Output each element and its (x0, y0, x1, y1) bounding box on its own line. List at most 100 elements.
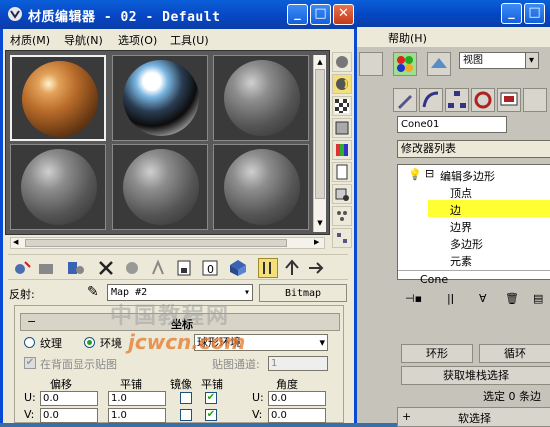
u-tiling-spinner[interactable]: 1.0 (108, 391, 166, 406)
go-forward-to-sibling-icon[interactable] (306, 258, 326, 278)
mirror-header: 镜像 (170, 378, 192, 391)
sample-slot-1[interactable] (10, 55, 106, 141)
map-type-button[interactable]: Bitmap (259, 284, 347, 302)
view-dropdown[interactable]: 视图 (459, 52, 531, 69)
map-name-field[interactable]: Map #2 ▾ (107, 284, 253, 301)
collapse-icon[interactable]: ⊟ (425, 167, 434, 180)
scroll-thumb[interactable] (315, 69, 325, 199)
minimize-icon[interactable]: _ (287, 4, 308, 25)
make-copy-icon[interactable] (122, 258, 142, 278)
menu-options[interactable]: 选项(O) (118, 32, 157, 48)
stack-root[interactable]: 编辑多边形 (440, 168, 495, 184)
create-tab-icon[interactable] (393, 88, 417, 112)
hierarchy-tab-icon[interactable] (445, 88, 469, 112)
put-to-scene-icon[interactable] (36, 258, 56, 278)
minimize-icon[interactable]: _ (501, 3, 522, 24)
sample-uv-tiling-icon[interactable] (332, 118, 352, 138)
chevron-down-icon[interactable]: ▾ (319, 335, 325, 350)
layer-manager-icon[interactable] (359, 52, 383, 76)
display-tab-icon[interactable] (497, 88, 521, 112)
get-stack-selection-button[interactable]: 获取堆栈选择 (401, 366, 550, 385)
show-map-in-viewport-icon[interactable] (228, 258, 248, 278)
modifier-list-dropdown[interactable]: 修改器列表 (397, 140, 550, 158)
make-unique-icon[interactable] (148, 258, 168, 278)
scroll-right-icon[interactable]: ▶ (314, 238, 319, 246)
u-tile-checkbox[interactable]: ✔ (205, 392, 217, 404)
scroll-thumb[interactable] (25, 239, 287, 247)
menu-help[interactable]: 帮助(H) (388, 30, 427, 46)
motion-tab-icon[interactable] (471, 88, 495, 112)
show-end-result-icon[interactable] (258, 258, 278, 278)
show-map-on-back-checkbox[interactable]: ✔ (24, 357, 36, 369)
v-offset-spinner[interactable]: 0.0 (40, 408, 98, 423)
configure-sets-icon[interactable]: ▤ (533, 292, 543, 305)
stack-item-polygon[interactable]: 多边形 (450, 236, 483, 252)
put-to-library-icon[interactable] (174, 258, 194, 278)
sample-slot-5[interactable] (112, 144, 208, 230)
utilities-tab-icon[interactable] (523, 88, 547, 112)
stack-item-border[interactable]: 边界 (450, 219, 472, 235)
environment-radio[interactable] (84, 337, 95, 348)
menu-utilities[interactable]: 工具(U) (170, 32, 209, 48)
v-angle-spinner[interactable]: 0.0 (268, 408, 326, 423)
slots-horizontal-scrollbar[interactable]: ◀ ▶ (10, 237, 325, 249)
mapping-dropdown[interactable]: 球形环境 ▾ (194, 334, 328, 351)
stack-base[interactable]: Cone (420, 273, 448, 286)
u-mirror-checkbox[interactable] (180, 392, 192, 404)
loop-button[interactable]: 循环 (479, 344, 550, 363)
stack-item-vertex[interactable]: 顶点 (450, 185, 472, 201)
v-tile-checkbox[interactable]: ✔ (205, 409, 217, 421)
sample-slot-2[interactable] (112, 55, 208, 141)
backlight-icon[interactable] (332, 74, 352, 94)
menu-material[interactable]: 材质(M) (10, 32, 50, 48)
get-material-icon[interactable] (12, 258, 32, 278)
reset-map-icon[interactable] (96, 258, 116, 278)
chevron-down-icon[interactable]: ▾ (525, 52, 539, 69)
stack-item-edge[interactable]: 边 (450, 202, 461, 218)
scroll-left-icon[interactable]: ◀ (13, 238, 18, 246)
stack-item-element[interactable]: 元素 (450, 253, 472, 269)
ring-button[interactable]: 环形 (401, 344, 473, 363)
maximize-icon[interactable]: □ (524, 3, 545, 24)
scroll-down-icon[interactable]: ▼ (315, 218, 325, 228)
v-tiling-spinner[interactable]: 1.0 (108, 408, 166, 423)
material-effects-channel-icon[interactable]: 0 (200, 258, 220, 278)
video-color-check-icon[interactable] (332, 140, 352, 160)
object-name-field[interactable]: Cone01 (397, 116, 507, 133)
remove-modifier-icon[interactable]: 🗑 (505, 292, 519, 305)
sample-type-icon[interactable] (332, 52, 352, 72)
soft-selection-rollout[interactable]: + 软选择 (397, 407, 550, 427)
u-offset-spinner[interactable]: 0.0 (40, 391, 98, 406)
light-bulb-icon[interactable]: 💡 (408, 168, 422, 181)
close-icon[interactable]: ✕ (333, 4, 354, 25)
sample-slot-6[interactable] (213, 144, 309, 230)
coordinates-rollout-header[interactable]: − 坐标 (20, 313, 340, 331)
select-by-material-icon[interactable] (332, 206, 352, 226)
make-preview-icon[interactable] (332, 162, 352, 182)
sample-slot-3[interactable] (213, 55, 309, 141)
eyedropper-icon[interactable]: ✎ (87, 284, 99, 300)
pin-stack-icon[interactable]: ⊣▪ (405, 292, 422, 305)
background-icon[interactable] (332, 96, 352, 116)
options-icon[interactable] (332, 184, 352, 204)
texture-radio[interactable] (24, 337, 35, 348)
material-editor-icon[interactable] (393, 52, 417, 76)
render-setup-icon[interactable] (427, 52, 451, 76)
show-end-result-icon[interactable]: |ǀ (447, 292, 454, 305)
u-angle-spinner[interactable]: 0.0 (268, 391, 326, 406)
map-channel-spinner[interactable]: 1 (268, 356, 328, 371)
material-map-navigator-icon[interactable] (332, 228, 352, 248)
menu-navigation[interactable]: 导航(N) (64, 32, 103, 48)
modify-tab-icon[interactable] (419, 88, 443, 112)
chrome-sphere (123, 60, 199, 136)
go-to-parent-icon[interactable] (282, 258, 302, 278)
chevron-down-icon[interactable]: ▾ (244, 285, 250, 300)
assign-to-selection-icon[interactable] (66, 258, 86, 278)
slots-vertical-scrollbar[interactable]: ▲ ▼ (313, 55, 326, 232)
v-mirror-checkbox[interactable] (180, 409, 192, 421)
sphere (21, 149, 97, 225)
make-unique-icon[interactable]: ∀ (479, 292, 487, 305)
maximize-icon[interactable]: □ (310, 4, 331, 25)
scroll-up-icon[interactable]: ▲ (315, 57, 325, 67)
sample-slot-4[interactable] (10, 144, 106, 230)
